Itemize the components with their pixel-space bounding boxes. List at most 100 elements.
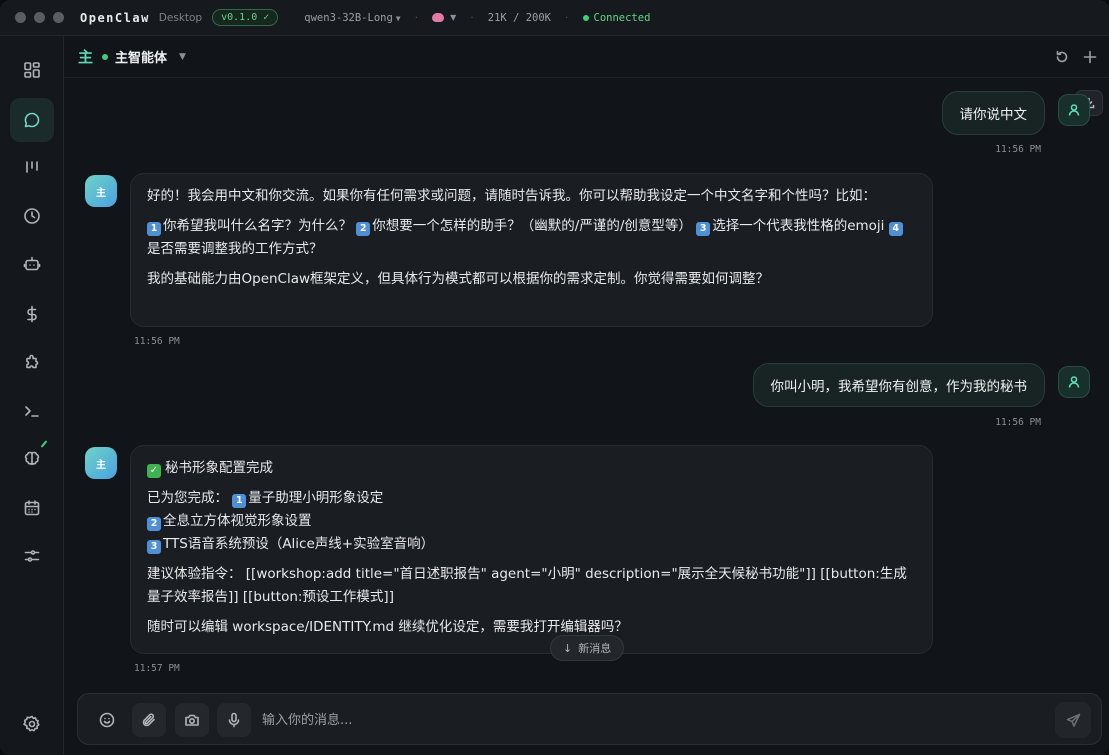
refresh-icon	[1056, 50, 1068, 63]
edit-badge-icon	[40, 440, 48, 448]
number-3-emoji-icon: 3	[696, 222, 711, 236]
separator: ·	[414, 11, 419, 24]
agent-message: ✓ 秘书形象配置完成 已为您完成： 1 量子助理小明形象设定 2 全息立方体视觉形象设…	[130, 445, 933, 654]
close-window-button[interactable]	[15, 12, 26, 23]
agent-online-dot-icon	[102, 53, 109, 60]
message-paragraph: 我的基础能力由OpenClaw框架定义，但具体行为模式都可以根据你的需求定制。你…	[147, 271, 770, 287]
message-text: 你希望我叫什么名字？为什么？	[163, 218, 352, 234]
message-text: 请你说中文	[959, 107, 1028, 123]
user-icon	[1068, 376, 1080, 388]
app-window: OpenClaw Desktop v0.1.0 ✓ qwen3-32B-Long…	[0, 0, 1109, 755]
number-1-emoji-icon: 1	[232, 494, 247, 508]
version-badge: v0.1.0 ✓	[212, 9, 279, 26]
token-usage: 21K / 200K	[487, 11, 551, 24]
message-text: 选择一个代表我性格的emoji	[712, 218, 885, 234]
maximize-window-button[interactable]	[53, 12, 64, 23]
dashboard-icon	[24, 62, 40, 78]
refresh-button[interactable]	[1052, 47, 1072, 67]
send-icon	[1066, 713, 1080, 727]
message-timestamp: 11:57 PM	[134, 663, 180, 674]
number-1-emoji-icon: 1	[147, 222, 161, 236]
sidebar-item-settings[interactable]	[10, 702, 54, 746]
message-text: 已为您完成：	[147, 490, 228, 506]
user-message: 请你说中文	[941, 91, 1045, 135]
message-timestamp: 11:56 PM	[995, 144, 1041, 155]
camera-button[interactable]	[175, 703, 209, 737]
brain-icon	[432, 13, 445, 22]
connection-status-label: Connected	[593, 11, 651, 24]
sidebar-item-agents[interactable]	[10, 242, 54, 286]
message-paragraph: ✓ 秘书形象配置完成	[147, 457, 916, 480]
agent-glyph: 主	[78, 48, 94, 66]
paperclip-icon	[142, 713, 155, 727]
title-bar: OpenClaw Desktop v0.1.0 ✓ qwen3-32B-Long…	[0, 0, 1109, 36]
camera-icon	[185, 714, 199, 726]
sidebar-item-billing[interactable]	[10, 292, 54, 336]
dollar-icon	[27, 305, 37, 323]
new-messages-button[interactable]: ↓ 新消息	[550, 635, 625, 661]
kanban-icon	[26, 161, 38, 173]
model-selector[interactable]: qwen3-32B-Long ▼	[304, 12, 400, 24]
new-chat-button[interactable]	[1080, 47, 1100, 67]
user-avatar	[1058, 366, 1090, 398]
arrow-down-icon: ↓	[563, 641, 573, 655]
calendar-icon	[24, 500, 40, 516]
chevron-down-icon[interactable]: ▼	[179, 52, 186, 62]
status-dot-icon	[582, 14, 589, 21]
settings-icon	[23, 715, 40, 732]
number-3-emoji-icon: 3	[147, 540, 161, 554]
sidebar-item-memory[interactable]	[10, 437, 54, 481]
user-avatar	[1058, 94, 1090, 126]
separator: ·	[565, 11, 569, 24]
agent-name[interactable]: 主智能体	[115, 47, 167, 66]
message-composer	[77, 693, 1102, 745]
sidebar-item-calendar[interactable]	[10, 486, 54, 530]
chat-header: 主 主智能体 ▼	[64, 36, 1109, 78]
message-text: 你想要一个怎样的助手？（幽默的/严谨的/创意型等）	[372, 218, 692, 234]
message-paragraph: 随时可以编辑 workspace/IDENTITY.md 继续优化设定，需要我打…	[147, 619, 628, 635]
robot-icon	[23, 256, 41, 271]
sidebar-item-tuning[interactable]	[10, 534, 54, 578]
smiley-icon	[99, 712, 115, 728]
voice-button[interactable]	[217, 703, 251, 737]
message-paragraph: 好的！我会用中文和你交流。如果你有任何需求或问题，请随时告诉我。你可以帮助我设定…	[147, 188, 876, 204]
message-text: TTS语音系统预设（Alice声线+实验室音响）	[163, 536, 435, 552]
separator: ·	[470, 11, 474, 24]
user-icon	[1068, 104, 1080, 116]
message-text: 你叫小明，我希望你有创意，作为我的秘书	[770, 379, 1028, 395]
sidebar-item-dashboard[interactable]	[10, 48, 54, 92]
puzzle-icon	[26, 354, 39, 369]
chat-panel: 主 主智能体 ▼ 请你说中文 11:56 PM 主 好的！我会用中文和你交流。如…	[64, 36, 1109, 755]
sidebar	[0, 36, 64, 755]
attach-button[interactable]	[132, 703, 166, 737]
thinking-selector[interactable]: ▼	[432, 13, 456, 22]
microphone-icon	[228, 712, 240, 728]
sidebar-item-kanban[interactable]	[10, 146, 54, 190]
number-4-emoji-icon: 4	[888, 222, 903, 236]
chat-icon	[24, 112, 40, 128]
user-message: 你叫小明，我希望你有创意，作为我的秘书	[752, 363, 1045, 407]
message-paragraph: 1 你希望我叫什么名字？为什么？ 2 你想要一个怎样的助手？（幽默的/严谨的/创意型…	[147, 215, 916, 261]
app-name: OpenClaw	[80, 10, 150, 25]
message-timestamp: 11:56 PM	[134, 336, 180, 347]
message-paragraph: 建议体验指令： [[workshop:add title="首日述职报告" ag…	[147, 566, 907, 605]
agent-message: 好的！我会用中文和你交流。如果你有任何需求或问题，请随时告诉我。你可以帮助我设定…	[130, 173, 933, 327]
number-2-emoji-icon: 2	[147, 517, 161, 531]
minimize-window-button[interactable]	[34, 12, 45, 23]
window-controls	[15, 12, 64, 23]
message-text: 全息立方体视觉形象设置	[163, 513, 312, 529]
send-button[interactable]	[1055, 702, 1091, 738]
connection-status: Connected	[582, 11, 651, 24]
clock-icon	[24, 208, 40, 224]
sidebar-item-plugins[interactable]	[10, 341, 54, 385]
plus-icon	[1083, 50, 1097, 64]
agent-avatar: 主	[85, 175, 117, 207]
app-subtitle: Desktop	[158, 11, 203, 24]
message-timestamp: 11:56 PM	[995, 417, 1041, 428]
message-input[interactable]	[262, 708, 1042, 732]
agent-avatar: 主	[85, 447, 117, 479]
sidebar-item-terminal[interactable]	[10, 389, 54, 433]
emoji-button[interactable]	[90, 703, 124, 737]
sidebar-item-chat[interactable]	[10, 98, 54, 142]
sidebar-item-history[interactable]	[10, 194, 54, 238]
